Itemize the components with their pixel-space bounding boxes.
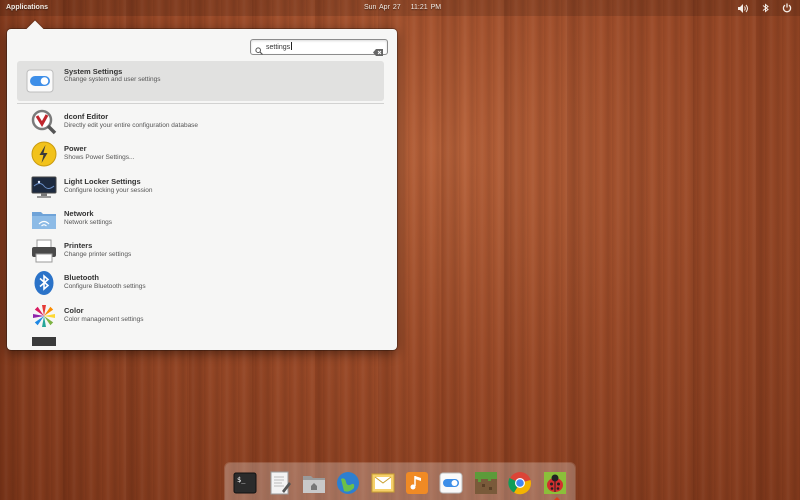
result-printers[interactable]: Printers Change printer settings [17,234,384,266]
result-name: System Settings [64,67,123,76]
result-description: Network settings [64,218,113,226]
result-power[interactable]: Power Shows Power Settings... [17,137,384,169]
result-name: Power [64,144,87,154]
result-color[interactable]: Color Color management settings [17,299,384,331]
files-icon[interactable] [302,471,326,495]
result-network[interactable]: Network Network settings [17,202,384,234]
search-input[interactable]: settings [250,39,388,56]
toggle-icon [26,69,54,93]
terminal-icon[interactable]: $_ [233,471,257,495]
result-name: dconf Editor [64,112,109,121]
clock[interactable]: Sun Apr 27 11:21 PM [364,4,451,11]
search-value: settings [266,44,291,51]
popover-pointer [26,20,44,38]
color-icon [31,303,57,329]
result-dconf-editor[interactable]: dconf Editor Directly edit your entire c… [17,105,384,137]
result-description: Configure Bluetooth settings [64,283,146,291]
clock-time: 11:21 PM [410,4,442,11]
result-name: Network [64,208,94,218]
chrome-icon[interactable] [508,471,532,495]
search-results-list: System Settings Change system and user s… [17,61,384,346]
dock: $_ [225,463,575,500]
music-icon[interactable] [405,471,429,495]
result-description: Color management settings [64,315,144,323]
indicator-area [738,3,792,13]
result-bluetooth[interactable]: Bluetooth Configure Bluetooth settings [17,266,384,298]
result-partial[interactable] [17,331,384,346]
bluetooth-icon [31,270,57,296]
monitor-lock-icon [31,174,57,200]
system-settings-icon[interactable] [439,471,463,495]
result-name: Bluetooth [64,273,99,283]
applications-menu-button[interactable]: Applications [6,4,48,11]
search-icon [255,42,263,60]
svg-text:$_: $_ [237,476,246,484]
result-name: Printers [64,241,93,251]
dconf-icon [31,109,57,135]
display-icon [31,335,57,346]
clear-icon[interactable] [373,43,383,61]
browser-icon[interactable] [336,471,360,495]
result-description: Change system and user settings [64,76,161,83]
ladybug-icon[interactable] [543,471,567,495]
network-folder-icon [31,206,57,232]
power-bolt-icon [31,141,57,167]
result-description: Shows Power Settings... [64,154,135,162]
result-light-locker-settings[interactable]: Light Locker Settings Configure locking … [17,170,384,202]
result-name: Color [64,305,84,315]
result-description: Directly edit your entire configuration … [64,122,199,129]
result-name: Light Locker Settings [64,176,141,186]
result-description: Change printer settings [64,251,132,259]
power-icon[interactable] [782,3,792,13]
result-description: Configure locking your session [64,186,153,194]
bluetooth-icon[interactable] [760,3,770,13]
clock-date: Sun Apr 27 [364,4,401,11]
result-system-settings[interactable]: System Settings Change system and user s… [17,61,384,104]
applications-popover: settings System Settings Change system a… [7,20,397,350]
mail-icon[interactable] [371,471,395,495]
minecraft-icon[interactable] [474,471,498,495]
text-editor-icon[interactable] [268,471,292,495]
top-panel: Applications Sun Apr 27 11:21 PM [0,0,800,16]
volume-icon[interactable] [738,3,748,13]
printer-icon [31,238,57,264]
